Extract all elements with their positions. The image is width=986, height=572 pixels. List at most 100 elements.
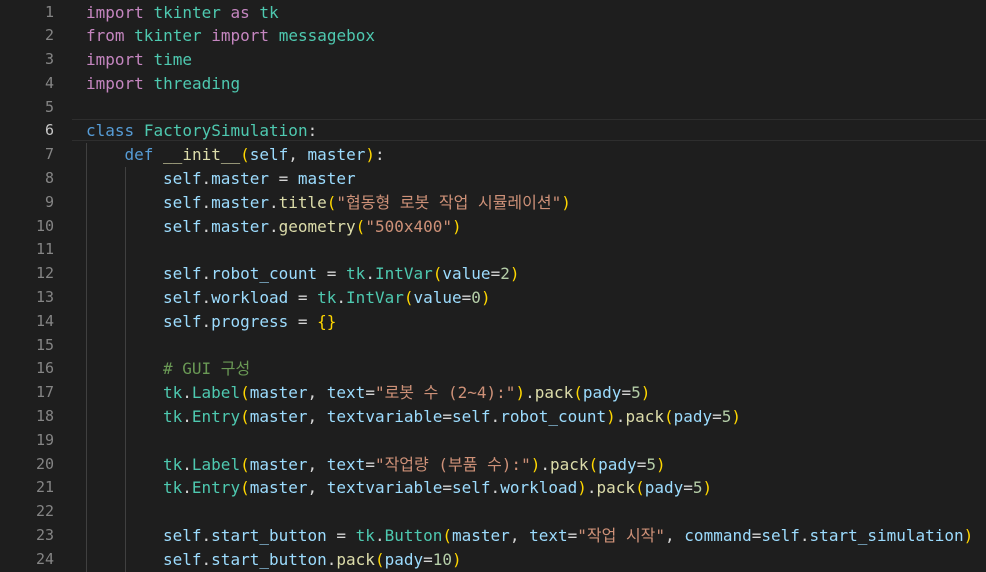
code-token: : xyxy=(374,145,385,165)
line-number: 19 xyxy=(35,430,54,449)
code-text: self.master = master xyxy=(163,167,356,191)
line-number: 5 xyxy=(44,97,54,116)
indent-guide xyxy=(86,476,87,501)
code-token: pady xyxy=(582,383,622,403)
code-token: . xyxy=(326,549,337,569)
code-editor[interactable]: 1 import tkinter as tk 2 from tkinter impor… xyxy=(0,0,986,572)
code-token: progress xyxy=(211,311,289,331)
code-token: value xyxy=(442,264,491,284)
code-line[interactable]: 18 tk.Entry(master, textvariable=self.rob… xyxy=(0,405,986,429)
code-line[interactable]: 17 tk.Label(master, text="로봇 수 (2~4):").p… xyxy=(0,381,986,406)
indent-guide xyxy=(86,214,87,239)
line-number: 22 xyxy=(35,502,54,521)
code-token: self xyxy=(163,216,202,236)
code-token: = xyxy=(442,478,453,498)
code-line[interactable]: 22 xyxy=(0,500,986,525)
code-token: master xyxy=(211,216,269,236)
code-line[interactable]: 1 import tkinter as tk xyxy=(0,1,986,25)
code-token: . xyxy=(182,407,192,427)
indent-guide xyxy=(124,190,126,215)
code-token: , xyxy=(307,478,327,498)
code-token: import xyxy=(86,2,144,22)
code-line[interactable]: 23 self.start_button = tk.Button(master, … xyxy=(0,524,986,548)
indent-guide xyxy=(86,357,87,382)
code-line[interactable]: 21 tk.Entry(master, textvariable=self.wor… xyxy=(0,476,986,501)
indent-guide xyxy=(124,500,126,525)
code-token: . xyxy=(201,549,212,569)
indent-guide xyxy=(124,167,126,191)
code-line[interactable]: 7 def __init__(self, master): xyxy=(0,143,986,168)
code-token: self xyxy=(163,192,202,212)
code-line[interactable]: 9 self.master.title("협동형 로봇 작업 시뮬레이션") xyxy=(0,190,986,215)
code-token: ( xyxy=(240,454,250,474)
code-line[interactable]: 16 # GUI 구성 xyxy=(0,357,986,382)
code-token: : xyxy=(307,121,318,141)
code-text: # GUI 구성 xyxy=(163,357,250,381)
line-number: 10 xyxy=(35,216,54,235)
code-token: = xyxy=(490,264,501,284)
code-token: . xyxy=(201,169,212,189)
code-token: ( xyxy=(573,383,583,403)
code-line[interactable]: 4 import threading xyxy=(0,72,986,96)
code-token: . xyxy=(201,192,212,212)
code-line[interactable]: 3 import time xyxy=(0,48,986,72)
code-text: tk.Label(master, text="작업량 (부품 수):").pac… xyxy=(163,453,666,477)
code-token: . xyxy=(490,478,501,498)
code-line[interactable]: 5 xyxy=(0,96,986,120)
code-token: = xyxy=(288,288,318,308)
line-number: 15 xyxy=(35,335,54,354)
indent-guide xyxy=(86,167,87,191)
code-line[interactable]: 12 self.robot_count = tk.IntVar(value=2) xyxy=(0,262,986,287)
code-text: tk.Label(master, text="로봇 수 (2~4):").pac… xyxy=(163,381,650,405)
code-line[interactable]: 15 xyxy=(0,333,986,358)
indent-guide xyxy=(86,333,87,358)
code-token: self xyxy=(761,526,800,546)
indent-guide xyxy=(124,262,126,287)
indent-guide xyxy=(86,405,87,429)
code-line[interactable]: 11 xyxy=(0,238,986,263)
code-token: = xyxy=(442,407,453,427)
indent-guide xyxy=(86,262,87,287)
code-token: = xyxy=(365,454,375,474)
code-token: text xyxy=(326,454,366,474)
code-token: = xyxy=(288,311,318,331)
code-line[interactable]: 8 self.master = master xyxy=(0,167,986,191)
line-number: 11 xyxy=(35,240,54,259)
code-token: ( xyxy=(588,454,599,474)
code-token: text xyxy=(529,526,568,546)
code-token: pack xyxy=(596,478,636,498)
code-token: . xyxy=(586,478,597,498)
line-number: 4 xyxy=(44,73,54,92)
code-line[interactable]: 24 self.start_button.pack(pady=10) xyxy=(0,547,986,572)
code-token: . xyxy=(336,288,347,308)
line-number: 17 xyxy=(35,383,54,402)
code-line[interactable]: 20 tk.Label(master, text="작업량 (부품 수):").p… xyxy=(0,452,986,477)
code-line[interactable]: 6 class FactorySimulation: xyxy=(0,119,986,143)
code-token: ( xyxy=(240,383,250,403)
code-line[interactable]: 10 self.master.geometry("500x400") xyxy=(0,214,986,239)
code-line[interactable]: 14 self.progress = {} xyxy=(0,309,986,334)
code-token: . xyxy=(201,216,212,236)
code-line[interactable]: 13 self.workload = tk.IntVar(value=0) xyxy=(0,286,986,310)
code-token: . xyxy=(374,526,385,546)
code-line[interactable]: 19 xyxy=(0,428,986,453)
line-number: 24 xyxy=(35,549,54,568)
indent-guide xyxy=(124,286,126,310)
code-token: IntVar xyxy=(346,288,404,308)
line-number: 12 xyxy=(35,264,54,283)
code-token: . xyxy=(540,454,550,474)
code-token: master xyxy=(307,145,366,165)
line-number: 9 xyxy=(44,192,54,211)
indent-guide xyxy=(124,524,126,548)
code-token: pady xyxy=(598,454,637,474)
line-number: 1 xyxy=(44,2,54,21)
code-token: self xyxy=(163,549,202,569)
code-token: self xyxy=(452,478,491,498)
code-line[interactable]: 2 from tkinter import messagebox xyxy=(0,24,986,48)
indent-guide xyxy=(86,238,87,263)
code-token: . xyxy=(201,311,212,331)
